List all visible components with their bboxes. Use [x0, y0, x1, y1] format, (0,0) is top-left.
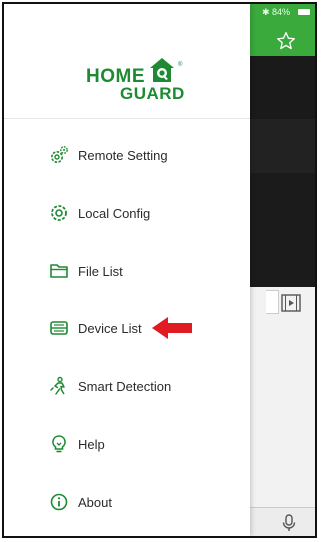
phone-screen: ✱ 84% HOME GUARD ® Remote Setting Local …: [2, 2, 317, 538]
homeguard-logo: HOME GUARD ®: [86, 56, 186, 103]
input-edge: [266, 290, 279, 314]
battery-status: ✱ 84%: [262, 7, 291, 17]
menu-label: Smart Detection: [78, 378, 172, 394]
menu-label: Device List: [78, 320, 142, 336]
control-panel: [250, 287, 315, 507]
annotation-arrow-icon: [152, 317, 192, 339]
local-config-gear-icon: [48, 202, 70, 224]
menu-label: Help: [78, 436, 105, 452]
film-icon[interactable]: [281, 294, 301, 312]
microphone-icon[interactable]: [279, 513, 299, 533]
menu-label: Remote Setting: [78, 147, 168, 163]
battery-icon: [298, 9, 310, 15]
menu-item-device-list[interactable]: Device List: [4, 308, 250, 348]
logo-text-guard: GUARD: [120, 84, 185, 103]
smart-detection-icon: [48, 375, 70, 397]
menu-item-local-config[interactable]: Local Config: [4, 193, 250, 233]
menu-label: Local Config: [78, 205, 151, 221]
navigation-drawer: HOME GUARD ® Remote Setting Local Config…: [4, 4, 250, 536]
logo-house-icon: [150, 58, 174, 82]
folder-icon: [48, 260, 70, 282]
menu-item-about[interactable]: About: [4, 482, 250, 522]
menu-item-remote-setting[interactable]: Remote Setting: [4, 135, 250, 175]
drawer-header: HOME GUARD ®: [4, 4, 250, 119]
logo-registered-mark: ®: [178, 62, 183, 68]
menu-item-file-list[interactable]: File List: [4, 251, 250, 291]
menu-label: File List: [78, 263, 123, 279]
device-list-icon: [48, 317, 70, 339]
info-icon: [48, 491, 70, 513]
remote-setting-gear-icon: [48, 144, 70, 166]
lightbulb-icon: [48, 433, 70, 455]
menu-label: About: [78, 494, 112, 510]
video-area-3: [250, 173, 315, 287]
favorite-star-icon[interactable]: [274, 29, 298, 53]
video-area-2: [250, 119, 315, 173]
menu-item-smart-detection[interactable]: Smart Detection: [4, 366, 250, 406]
menu-item-help[interactable]: Help: [4, 424, 250, 464]
video-area-1: [250, 56, 315, 119]
